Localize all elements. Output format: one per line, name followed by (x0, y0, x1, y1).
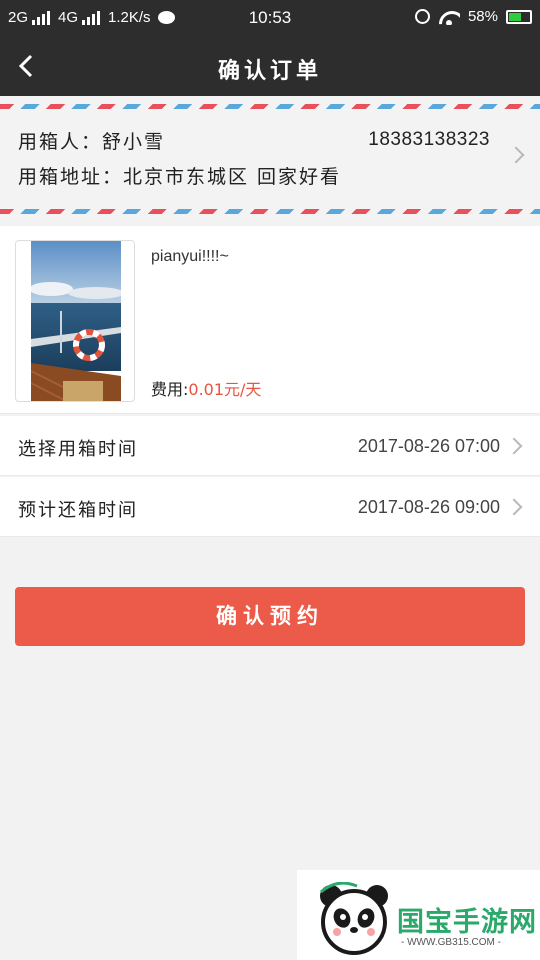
user-phone: 18383138323 (368, 129, 490, 150)
user-label: 用箱人： (18, 131, 103, 153)
watermark-url: - WWW.GB315.COM - (401, 937, 501, 948)
address-card[interactable]: 用箱人：舒小雪 18383138323 用箱地址：北京市东城区 回家好看 (0, 96, 540, 218)
pickup-time-row[interactable]: 选择用箱时间 2017-08-26 07:00 (0, 416, 540, 476)
watermark-brand: 国宝手游网 (397, 907, 537, 938)
airmail-border-bottom (0, 209, 540, 214)
fee-label: 费用: (151, 380, 189, 399)
address-value: 北京市东城区 回家好看 (123, 166, 342, 188)
page-title: 确认订单 (217, 59, 322, 84)
app-header: 确认订单 (0, 36, 540, 96)
user-row: 用箱人：舒小雪 (18, 127, 165, 154)
fee-value: 0.01元/天 (188, 380, 262, 399)
product-image (15, 240, 135, 402)
status-bar: 2G 4G 1.2K/s 10:53 58% (0, 0, 540, 36)
return-time-value: 2017-08-26 09:00 (357, 497, 500, 517)
wifi-icon (438, 9, 460, 25)
chevron-right-icon (505, 498, 523, 516)
product-photo (31, 241, 121, 401)
product-fee: 费用:0.01元/天 (151, 376, 261, 400)
user-name: 舒小雪 (102, 131, 166, 153)
battery-icon (506, 9, 532, 24)
address-row: 用箱地址：北京市东城区 回家好看 (18, 162, 341, 189)
return-time-row[interactable]: 预计还箱时间 2017-08-26 09:00 (0, 477, 540, 537)
return-time-label: 预计还箱时间 (18, 500, 138, 521)
chevron-right-icon (505, 437, 523, 455)
watermark: 国宝手游网 - WWW.GB315.COM - (297, 870, 540, 960)
pickup-time-label: 选择用箱时间 (18, 439, 138, 460)
panda-logo-icon (320, 882, 388, 955)
battery-percent: 58% (467, 8, 498, 25)
chevron-right-icon (507, 146, 525, 164)
status-right: 58% (414, 8, 532, 25)
pickup-time-value: 2017-08-26 07:00 (357, 436, 500, 456)
product-name: pianyui!!!!~ (151, 248, 229, 265)
address-label: 用箱地址： (18, 166, 124, 188)
airmail-border-top (0, 104, 540, 109)
alarm-icon (414, 9, 430, 24)
confirm-booking-button[interactable]: 确认预约 (15, 587, 525, 646)
product-card[interactable]: pianyui!!!!~ 费用:0.01元/天 (0, 226, 540, 414)
